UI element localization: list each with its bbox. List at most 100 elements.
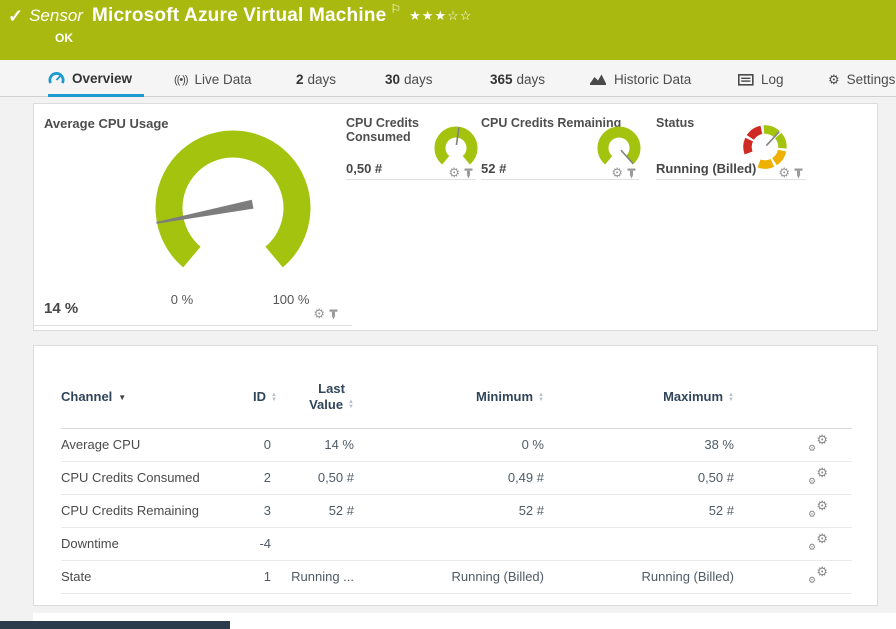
channel-actions-cell: ⚙⚙ xyxy=(736,461,852,494)
panel-cpu-credits-remaining: CPU Credits Remaining 52 # ⚙ xyxy=(481,114,639,180)
panel-title: Status xyxy=(656,116,694,130)
tab-settings[interactable]: ⚙ Settings xyxy=(828,60,896,97)
gear-icon[interactable]: ⚙ xyxy=(611,167,623,179)
minimum-cell: 52 # xyxy=(356,494,546,527)
stars-empty: ☆☆ xyxy=(447,8,472,23)
priority-stars[interactable]: ★★★☆☆ xyxy=(409,8,472,24)
gauge-max-label: 100 % xyxy=(261,292,321,307)
tab-365-days[interactable]: 365days xyxy=(490,60,557,97)
tab-label: Log xyxy=(761,72,784,87)
gauge-value: 14 % xyxy=(44,300,78,317)
tab-2-days[interactable]: 2days xyxy=(296,60,348,97)
maximum-cell: Running (Billed) xyxy=(546,560,736,593)
column-header-minimum[interactable]: Minimum▲▼ xyxy=(356,374,546,428)
edit-channel-gears-icon[interactable]: ⚙⚙ xyxy=(808,534,828,550)
tab-log[interactable]: Log xyxy=(738,60,796,97)
panel-cpu-credits-consumed: CPU Credits Consumed 0,50 # ⚙ xyxy=(346,114,476,180)
column-header-channel[interactable]: Channel▼ xyxy=(61,374,253,428)
tab-bar: Overview ((•)) Live Data 2days 30days 36… xyxy=(0,60,896,97)
table-row: CPU Credits Consumed 2 0,50 # 0,49 # 0,5… xyxy=(61,461,852,494)
tab-label: Historic Data xyxy=(614,72,691,87)
tab-30-days[interactable]: 30days xyxy=(385,60,445,97)
edit-channel-gears-icon[interactable]: ⚙⚙ xyxy=(808,435,828,451)
panel-status: Status Running (Billed) ⚙ xyxy=(656,114,806,180)
live-data-icon: ((•)) xyxy=(174,74,188,86)
column-header-id[interactable]: ID▲▼ xyxy=(253,374,273,428)
gauge-value: 52 # xyxy=(481,161,506,176)
column-header-last-value[interactable]: LastValue▲▼ xyxy=(273,374,356,428)
edit-channel-gears-icon[interactable]: ⚙⚙ xyxy=(808,468,828,484)
maximum-cell: 52 # xyxy=(546,494,736,527)
maximum-cell xyxy=(546,527,736,560)
minimum-cell: Running (Billed) xyxy=(356,560,546,593)
status-badge: OK xyxy=(55,31,73,45)
column-header-actions xyxy=(736,374,852,428)
stars-filled: ★★★ xyxy=(409,8,447,23)
edit-channel-gears-icon[interactable]: ⚙⚙ xyxy=(808,567,828,583)
maximum-cell: 38 % xyxy=(546,428,736,461)
maximum-cell: 0,50 # xyxy=(546,461,736,494)
object-kind-label: Sensor xyxy=(29,6,83,26)
sort-icon: ▲▼ xyxy=(271,393,277,403)
table-row: CPU Credits Remaining 3 52 # 52 # 52 # ⚙… xyxy=(61,494,852,527)
gear-icon[interactable]: ⚙ xyxy=(778,167,790,179)
minimum-cell xyxy=(356,527,546,560)
channels-table: Channel▼ ID▲▼ LastValue▲▼ Minimum▲▼ Maxi… xyxy=(61,374,852,594)
last-value-cell xyxy=(273,527,356,560)
last-value-cell: 52 # xyxy=(273,494,356,527)
flag-icon[interactable]: ⚐ xyxy=(390,2,401,16)
channel-id-cell: 3 xyxy=(253,494,273,527)
tab-overview[interactable]: Overview xyxy=(48,60,144,97)
gear-icon: ⚙ xyxy=(828,72,840,88)
pin-icon[interactable] xyxy=(794,168,803,179)
last-value-cell: Running ... xyxy=(273,560,356,593)
gear-icon[interactable]: ⚙ xyxy=(448,167,460,179)
gear-icon[interactable]: ⚙ xyxy=(313,308,325,320)
gauge-icon xyxy=(48,71,65,86)
channel-name-cell: Average CPU xyxy=(61,428,253,461)
gauge-value: 0,50 # xyxy=(346,161,382,176)
pin-icon[interactable] xyxy=(464,168,473,179)
tab-live-data[interactable]: ((•)) Live Data xyxy=(174,60,264,97)
page-title: Microsoft Azure Virtual Machine xyxy=(92,5,386,27)
column-header-maximum[interactable]: Maximum▲▼ xyxy=(546,374,736,428)
channel-name-cell: CPU Credits Consumed xyxy=(61,461,253,494)
channel-actions-cell: ⚙⚙ xyxy=(736,428,852,461)
last-value-cell: 14 % xyxy=(273,428,356,461)
sort-icon: ▲▼ xyxy=(348,400,354,410)
channel-actions-cell: ⚙⚙ xyxy=(736,560,852,593)
table-row: Downtime -4 ⚙⚙ xyxy=(61,527,852,560)
prtg-sensor-page: ✓ Sensor Microsoft Azure Virtual Machine… xyxy=(0,0,896,629)
minimum-cell: 0,49 # xyxy=(356,461,546,494)
last-value-cell: 0,50 # xyxy=(273,461,356,494)
channel-actions-cell: ⚙⚙ xyxy=(736,527,852,560)
tab-label: Live Data xyxy=(195,72,252,87)
tab-historic-data[interactable]: Historic Data xyxy=(590,60,703,97)
channel-name-cell: State xyxy=(61,560,253,593)
gauge-min-label: 0 % xyxy=(152,292,212,307)
minimum-cell: 0 % xyxy=(356,428,546,461)
channel-id-cell: 2 xyxy=(253,461,273,494)
tab-label: Overview xyxy=(72,71,132,86)
channel-actions-cell: ⚙⚙ xyxy=(736,494,852,527)
channel-id-cell: 1 xyxy=(253,560,273,593)
edit-channel-gears-icon[interactable]: ⚙⚙ xyxy=(808,501,828,517)
gauges-card: Average CPU Usage 0 % 100 % 14 % ⚙ xyxy=(33,103,878,331)
channel-id-cell: -4 xyxy=(253,527,273,560)
table-row: Average CPU 0 14 % 0 % 38 % ⚙⚙ xyxy=(61,428,852,461)
channels-card: Channel▼ ID▲▼ LastValue▲▼ Minimum▲▼ Maxi… xyxy=(33,345,878,606)
footer-bar xyxy=(0,621,230,629)
sort-icon: ▲▼ xyxy=(538,393,544,403)
sensor-banner: ✓ Sensor Microsoft Azure Virtual Machine… xyxy=(0,0,896,60)
gauge-value: Running (Billed) xyxy=(656,161,756,176)
channel-id-cell: 0 xyxy=(253,428,273,461)
sort-icon: ▲▼ xyxy=(728,393,734,403)
chart-icon xyxy=(590,73,607,86)
table-row: State 1 Running ... Running (Billed) Run… xyxy=(61,560,852,593)
panel-average-cpu-usage: Average CPU Usage 0 % 100 % 14 % ⚙ xyxy=(34,104,352,326)
pin-icon[interactable] xyxy=(329,309,338,320)
channel-name-cell: CPU Credits Remaining xyxy=(61,494,253,527)
pin-icon[interactable] xyxy=(627,168,636,179)
status-check-icon: ✓ xyxy=(8,6,23,27)
table-header-row: Channel▼ ID▲▼ LastValue▲▼ Minimum▲▼ Maxi… xyxy=(61,374,852,428)
